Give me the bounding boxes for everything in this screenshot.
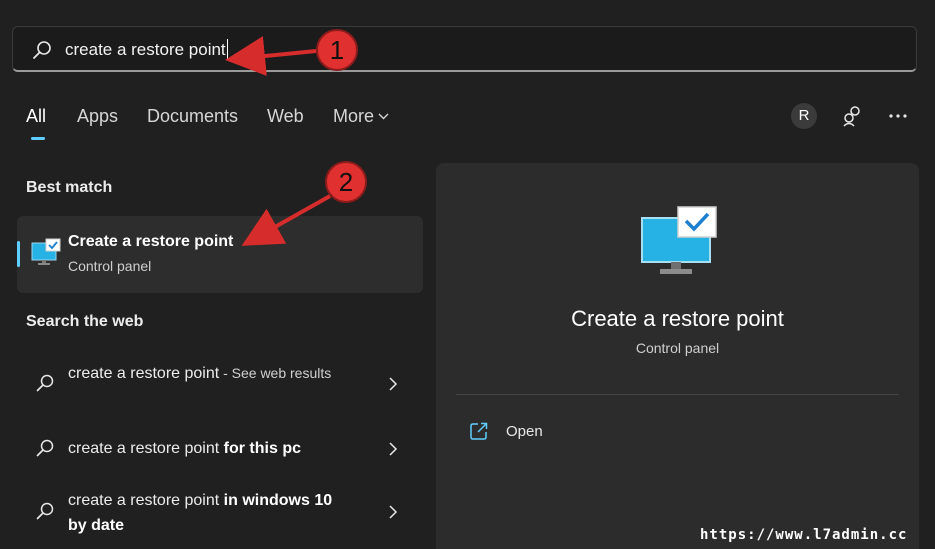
tab-more-label: More <box>333 106 375 126</box>
search-input[interactable]: create a restore point <box>65 39 228 60</box>
search-icon <box>36 374 54 392</box>
chevron-right-icon <box>389 505 398 519</box>
tab-web[interactable]: Web <box>267 106 304 127</box>
system-properties-icon <box>31 238 61 265</box>
search-box[interactable]: create a restore point <box>12 26 917 72</box>
web-result-suffix: for this pc <box>219 440 301 457</box>
web-result-query: create a restore point <box>68 492 220 509</box>
preview-title: Create a restore point <box>571 306 784 331</box>
account-avatar[interactable]: R <box>791 103 817 129</box>
preview-pane: Create a restore point Control panel Ope… <box>436 163 919 549</box>
web-result-2[interactable]: create a restore point for this pc <box>17 436 423 466</box>
chevron-right-icon <box>389 377 398 391</box>
best-match-result[interactable]: Create a restore point Control panel <box>17 216 423 293</box>
tab-apps[interactable]: Apps <box>77 106 118 127</box>
web-result-query: create a restore point <box>68 440 220 457</box>
search-icon <box>36 502 54 520</box>
chevron-down-icon <box>378 113 389 120</box>
text-caret <box>226 39 228 59</box>
web-result-hint: - See web results <box>219 365 332 381</box>
tab-more[interactable]: More <box>333 106 389 127</box>
web-result-text: create a restore point for this pc <box>68 436 368 461</box>
web-result-1[interactable]: create a restore point - See web results <box>17 360 423 415</box>
web-result-query: create a restore point <box>68 365 220 382</box>
selection-indicator <box>17 241 20 267</box>
tab-documents[interactable]: Documents <box>147 106 238 127</box>
best-match-title: Create a restore point <box>68 233 234 250</box>
open-external-icon[interactable] <box>470 422 488 440</box>
preview-subtitle: Control panel <box>635 340 720 356</box>
more-options-icon[interactable] <box>887 105 909 127</box>
web-result-text: create a restore point - See web results <box>68 361 368 386</box>
search-icon <box>33 41 51 59</box>
search-icon <box>36 439 54 457</box>
share-icon[interactable] <box>841 105 863 127</box>
annotation-marker-2: 2 <box>325 161 367 203</box>
search-query-text: create a restore point <box>65 40 226 59</box>
active-tab-indicator <box>31 137 45 140</box>
watermark: https://www.l7admin.cc <box>700 527 908 543</box>
system-properties-icon <box>641 206 717 274</box>
best-match-heading: Best match <box>26 179 113 196</box>
web-result-3[interactable]: create a restore point in windows 10 by … <box>17 488 423 543</box>
chevron-right-icon <box>389 442 398 456</box>
open-action[interactable]: Open <box>506 423 543 440</box>
annotation-marker-1: 1 <box>316 29 358 71</box>
preview-divider <box>456 394 899 395</box>
web-result-text: create a restore point in windows 10 by … <box>68 488 343 538</box>
search-web-heading: Search the web <box>26 313 144 330</box>
tab-all[interactable]: All <box>26 106 46 127</box>
best-match-subtitle: Control panel <box>68 258 152 274</box>
